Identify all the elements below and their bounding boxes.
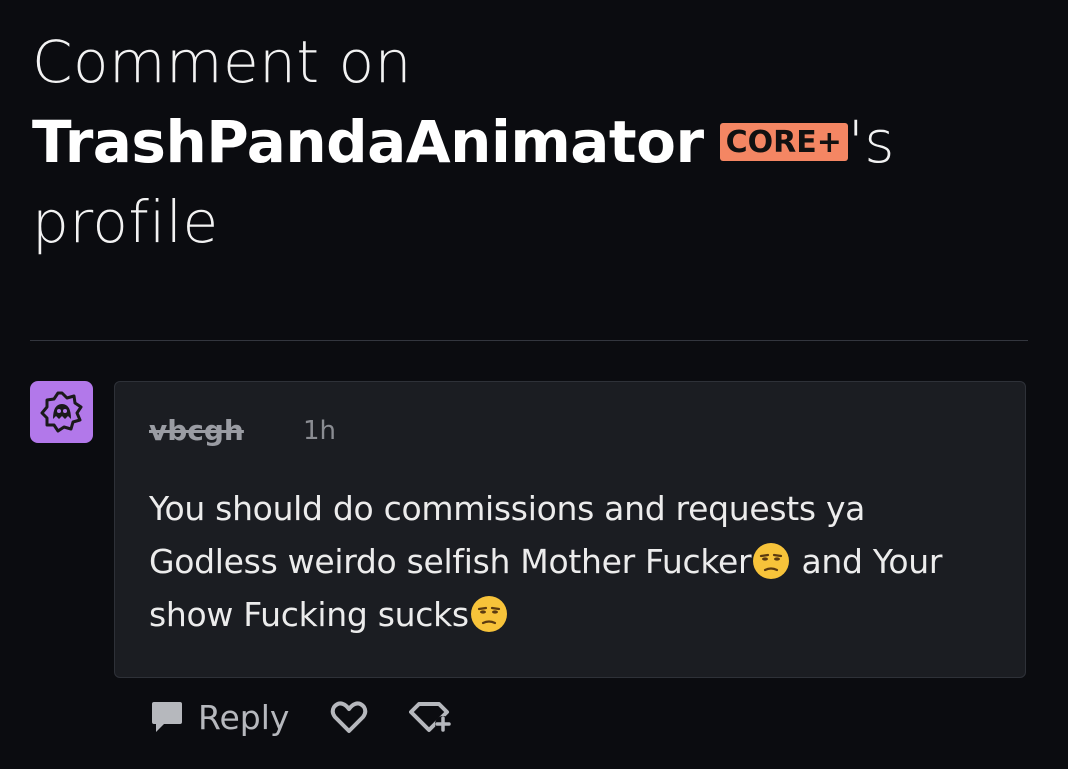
profile-username-link[interactable]: TrashPandaAnimator <box>32 108 704 176</box>
reply-button[interactable]: Reply <box>148 698 289 737</box>
comment-card: vbcgh 1h You should do commissions and r… <box>114 381 1026 678</box>
gem-plus-icon <box>409 702 452 732</box>
unamused-face-icon <box>753 543 790 579</box>
ghost-icon <box>40 391 82 433</box>
comment-text: You should do commissions and requests y… <box>149 482 999 641</box>
comment-timestamp: 1h <box>303 416 337 446</box>
title-suffix: profile <box>32 188 219 256</box>
divider <box>30 340 1028 341</box>
avatar[interactable] <box>30 381 93 443</box>
title-prefix: Comment on <box>32 28 412 96</box>
tip-button[interactable] <box>409 698 453 736</box>
like-button[interactable] <box>329 699 369 735</box>
page: Comment on TrashPandaAnimator CORE+'s pro… <box>0 0 1068 769</box>
page-title: Comment on TrashPandaAnimator CORE+'s pro… <box>32 22 1032 262</box>
comment-actions: Reply <box>148 692 453 742</box>
heart-outline-icon <box>331 701 368 733</box>
reply-label: Reply <box>198 697 290 737</box>
speech-bubble-icon <box>152 702 182 732</box>
unamused-face-icon <box>470 596 507 632</box>
comment-author[interactable]: vbcgh <box>149 414 244 447</box>
title-possessive: 's <box>847 108 896 176</box>
core-plus-badge: CORE+ <box>719 123 848 161</box>
